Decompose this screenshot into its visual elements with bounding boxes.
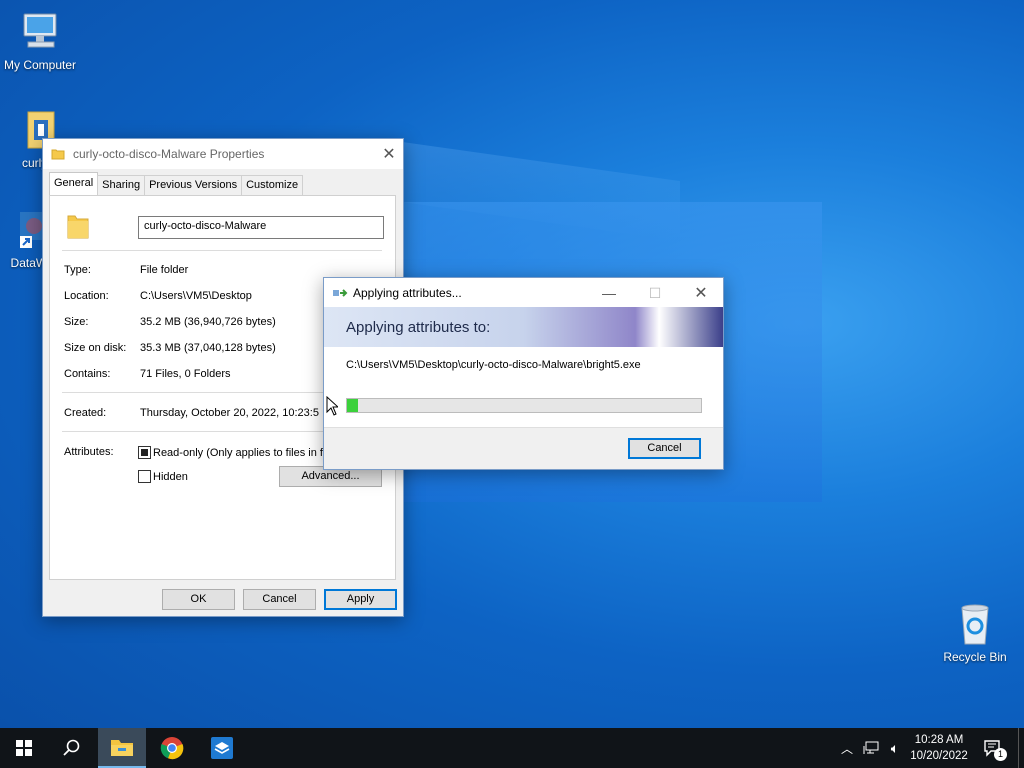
minimize-icon[interactable]: — — [594, 278, 624, 308]
tab-bar: General Sharing Previous Versions Custom… — [49, 172, 304, 195]
tab-customize[interactable]: Customize — [241, 175, 304, 195]
clock-time: 10:28 AM — [914, 734, 964, 746]
cancel-button[interactable]: Cancel — [243, 589, 316, 610]
size-on-disk-value: 35.3 MB (37,040,128 bytes) — [140, 342, 276, 354]
type-value: File folder — [140, 264, 189, 276]
desktop-icon-label: My Computer — [3, 58, 77, 72]
show-hidden-icons-icon[interactable]: ︿ — [838, 728, 856, 768]
computer-icon — [23, 13, 57, 48]
size-value: 35.2 MB (36,940,726 bytes) — [140, 316, 276, 328]
taskbar-file-explorer[interactable] — [98, 728, 146, 768]
applying-attributes-dialog: Applying attributes... — ☐ ✕ Applying at… — [323, 277, 724, 470]
search-icon — [63, 739, 80, 756]
large-folder-icon — [67, 215, 89, 239]
windows-logo-icon — [16, 740, 32, 756]
close-icon[interactable]: ✕ — [374, 139, 404, 169]
attributes-icon — [333, 288, 348, 297]
dialog-banner: Applying attributes to: — [324, 307, 723, 347]
contains-value: 71 Files, 0 Folders — [140, 368, 231, 380]
close-icon[interactable]: ✕ — [686, 278, 716, 308]
start-button[interactable] — [0, 728, 48, 768]
show-desktop-divider[interactable] — [1018, 728, 1019, 768]
volume-icon[interactable]: 🔈︎ — [884, 728, 906, 768]
desktop-icon-my-computer[interactable]: My Computer — [0, 10, 80, 72]
clock[interactable]: 10:28 AM 10/20/2022 — [906, 732, 972, 764]
tab-general[interactable]: General — [49, 172, 99, 195]
mouse-cursor-icon — [326, 396, 338, 416]
taskbar-chrome[interactable] — [148, 728, 196, 768]
clock-date: 10/20/2022 — [910, 750, 968, 762]
cancel-button[interactable]: Cancel — [628, 438, 701, 459]
dialog-title: Applying attributes... — [353, 285, 462, 300]
network-monitor-icon — [863, 741, 879, 754]
action-center-button[interactable]: 1 — [978, 728, 1008, 768]
size-label: Size: — [64, 316, 89, 328]
separator — [62, 250, 382, 251]
banner-header: Applying attributes to: — [346, 319, 491, 336]
readonly-label: Read-only (Only applies to files in fo — [153, 447, 330, 459]
window-title: curly-octo-disco-Malware Properties — [73, 147, 265, 161]
progress-bar — [346, 398, 702, 413]
progress-fill — [347, 399, 358, 412]
type-label: Type: — [64, 264, 91, 276]
notification-count-badge: 1 — [994, 748, 1007, 761]
search-button[interactable] — [48, 728, 96, 768]
contains-label: Contains: — [64, 368, 111, 380]
desktop-icon-recycle-bin[interactable]: Recycle Bin — [935, 600, 1015, 664]
tab-previous-versions[interactable]: Previous Versions — [144, 175, 243, 195]
properties-titlebar[interactable]: curly-octo-disco-Malware Properties — [43, 139, 403, 169]
chrome-icon — [160, 737, 184, 760]
current-file-path: C:\Users\VM5\Desktop\curly-octo-disco-Ma… — [346, 359, 641, 371]
hidden-checkbox[interactable] — [138, 470, 151, 483]
taskbar: ︿ 🔈︎ 10:28 AM 10/20/2022 1 — [0, 728, 1024, 768]
taskbar-app[interactable] — [198, 728, 246, 768]
created-value: Thursday, October 20, 2022, 10:23:5 — [140, 407, 319, 419]
folder-icon — [51, 149, 65, 160]
package-app-icon — [211, 737, 233, 759]
attributes-label: Attributes: — [64, 446, 114, 458]
recycle-bin-icon — [961, 604, 989, 645]
location-label: Location: — [64, 290, 109, 302]
dialog-footer: Cancel — [324, 427, 723, 469]
folder-name-input[interactable]: curly-octo-disco-Malware — [138, 216, 384, 239]
maximize-icon: ☐ — [648, 284, 662, 301]
readonly-checkbox[interactable] — [138, 446, 151, 459]
location-value: C:\Users\VM5\Desktop — [140, 290, 252, 302]
network-icon[interactable] — [860, 728, 882, 768]
size-on-disk-label: Size on disk: — [64, 342, 127, 354]
file-explorer-icon — [111, 740, 133, 756]
apply-button[interactable]: Apply — [324, 589, 397, 610]
ok-button[interactable]: OK — [162, 589, 235, 610]
desktop-icon-label: Recycle Bin — [943, 650, 1007, 664]
tab-sharing[interactable]: Sharing — [97, 175, 146, 195]
hidden-label: Hidden — [153, 471, 188, 483]
created-label: Created: — [64, 407, 107, 419]
